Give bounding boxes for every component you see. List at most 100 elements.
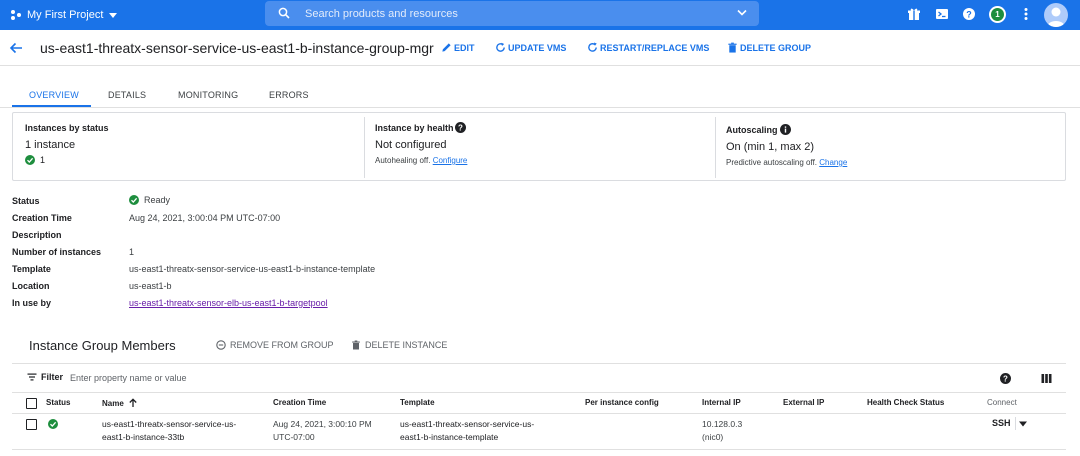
more-vert-icon[interactable]: [1020, 7, 1032, 21]
column-per-instance-config[interactable]: Per instance config: [585, 398, 659, 407]
template-label: Template: [12, 264, 51, 274]
column-name-label: Name: [102, 398, 124, 408]
column-creation-time[interactable]: Creation Time: [273, 398, 326, 407]
ok-count-value: 1: [40, 155, 46, 165]
tab-overview[interactable]: OVERVIEW: [29, 90, 79, 100]
restart-replace-button[interactable]: RESTART/REPLACE VMS: [587, 42, 709, 53]
tab-details[interactable]: DETAILS: [108, 90, 146, 100]
internal-ip-nic: (nic0): [702, 432, 724, 442]
description-label: Description: [12, 230, 62, 240]
header-divider: [0, 65, 1080, 66]
change-link[interactable]: Change: [819, 158, 847, 167]
update-vms-button[interactable]: UPDATE VMS: [495, 42, 566, 53]
location-label: Location: [12, 281, 50, 291]
members-divider: [12, 363, 1066, 364]
status-label: Status: [12, 196, 40, 206]
column-status[interactable]: Status: [46, 398, 70, 407]
help-circle-icon[interactable]: ?: [455, 122, 466, 133]
select-all-checkbox[interactable]: [26, 398, 37, 409]
filter-input[interactable]: [70, 370, 370, 386]
column-external-ip[interactable]: External IP: [783, 398, 824, 407]
target-pool-link[interactable]: us-east1-threatx-sensor-elb-us-east1-b-t…: [129, 298, 328, 308]
instance-creation-line-2: UTC-07:00: [273, 432, 315, 442]
remove-circle-icon: [216, 340, 226, 350]
cloud-shell-icon[interactable]: [935, 7, 949, 21]
arrow-up-icon: [129, 398, 137, 407]
configure-link[interactable]: Configure: [433, 156, 468, 165]
predictive-status: Predictive autoscaling off. Change: [726, 158, 847, 167]
tab-monitoring[interactable]: MONITORING: [178, 90, 238, 100]
column-connect: Connect: [987, 398, 1017, 407]
autoscaling-value: On (min 1, max 2): [726, 141, 815, 153]
instance-name-line-2: east1-b-instance-33tb: [102, 432, 185, 442]
ssh-button[interactable]: SSH: [992, 418, 1011, 428]
tabs-divider: [0, 107, 1080, 108]
project-selector[interactable]: My First Project: [10, 7, 118, 23]
remove-from-group-button[interactable]: REMOVE FROM GROUP: [216, 340, 334, 350]
row-checkbox[interactable]: [26, 419, 37, 430]
ssh-divider: [1015, 417, 1016, 430]
sync-icon: [496, 42, 505, 52]
svg-text:?: ?: [1003, 374, 1008, 383]
caret-down-icon: [109, 13, 118, 18]
notifications-badge[interactable]: 1: [989, 6, 1006, 23]
template-value: us-east1-threatx-sensor-service-us-east1…: [129, 264, 376, 274]
help-circle-icon[interactable]: ?: [1000, 373, 1011, 384]
tab-errors[interactable]: ERRORS: [269, 90, 309, 100]
instances-by-status-title: Instances by status: [25, 123, 109, 133]
account-avatar[interactable]: [1044, 3, 1068, 27]
instance-template-line-1: us-east1-threatx-sensor-service-us-: [400, 419, 535, 429]
column-internal-ip[interactable]: Internal IP: [702, 398, 741, 407]
trash-icon: [352, 340, 360, 350]
autohealing-text: Autohealing off.: [375, 156, 431, 165]
help-icon[interactable]: ?: [962, 7, 976, 21]
caret-down-icon[interactable]: [1019, 421, 1027, 427]
column-template[interactable]: Template: [400, 398, 435, 407]
notification-count: 1: [991, 8, 1004, 21]
chevron-down-icon[interactable]: [737, 9, 747, 17]
health-value: Not configured: [375, 139, 447, 151]
number-of-instances-label: Number of instances: [12, 247, 102, 257]
summary-card: Instances by status 1 instance 1 Instanc…: [12, 112, 1066, 181]
instance-creation-time: Aug 24, 2021, 3:00:10 PM UTC-07:00: [273, 418, 372, 444]
filter-icon: [27, 373, 37, 381]
update-vms-label: UPDATE VMS: [508, 42, 567, 53]
check-circle-icon: [129, 195, 139, 205]
instance-name-line-1: us-east1-threatx-sensor-service-us-: [102, 419, 237, 429]
column-display-icon[interactable]: [1041, 373, 1052, 384]
number-of-instances-value: 1: [129, 247, 135, 257]
remove-from-group-label: REMOVE FROM GROUP: [230, 340, 334, 350]
instance-name-link[interactable]: us-east1-threatx-sensor-service-us- east…: [102, 418, 236, 444]
instance-internal-ip: 10.128.0.3 (nic0): [702, 418, 742, 444]
filter-divider: [12, 392, 1066, 393]
gift-icon[interactable]: [907, 7, 921, 21]
check-circle-icon: [25, 155, 35, 165]
search-icon: [278, 7, 290, 19]
back-arrow-icon[interactable]: [8, 40, 24, 56]
table-row-divider: [12, 449, 1066, 450]
instance-template-link[interactable]: us-east1-threatx-sensor-service-us- east…: [400, 418, 534, 444]
table-header-divider: [12, 413, 1066, 414]
project-name: My First Project: [27, 9, 104, 21]
check-circle-icon: [48, 419, 58, 429]
delete-group-button[interactable]: DELETE GROUP: [727, 42, 811, 53]
card-divider: [715, 117, 716, 178]
ok-count: 1: [25, 155, 45, 165]
column-health-check-status[interactable]: Health Check Status: [867, 398, 944, 407]
card-divider: [364, 117, 365, 178]
instance-by-health-title: Instance by health: [375, 123, 454, 133]
search-box[interactable]: [265, 1, 759, 26]
search-input[interactable]: [305, 4, 725, 23]
delete-group-label: DELETE GROUP: [740, 42, 812, 53]
internal-ip-value: 10.128.0.3: [702, 419, 743, 429]
delete-instance-button[interactable]: DELETE INSTANCE: [351, 340, 447, 350]
svg-text:?: ?: [966, 9, 972, 19]
edit-button[interactable]: EDIT: [441, 42, 475, 53]
status-value: Ready: [129, 195, 170, 205]
creation-time-value: Aug 24, 2021, 3:00:04 PM UTC-07:00: [129, 213, 281, 223]
info-icon[interactable]: [780, 124, 791, 135]
restart-replace-label: RESTART/REPLACE VMS: [600, 42, 710, 53]
instance-count: 1 instance: [25, 139, 76, 151]
edit-label: EDIT: [454, 42, 475, 53]
column-name[interactable]: Name: [102, 398, 138, 408]
